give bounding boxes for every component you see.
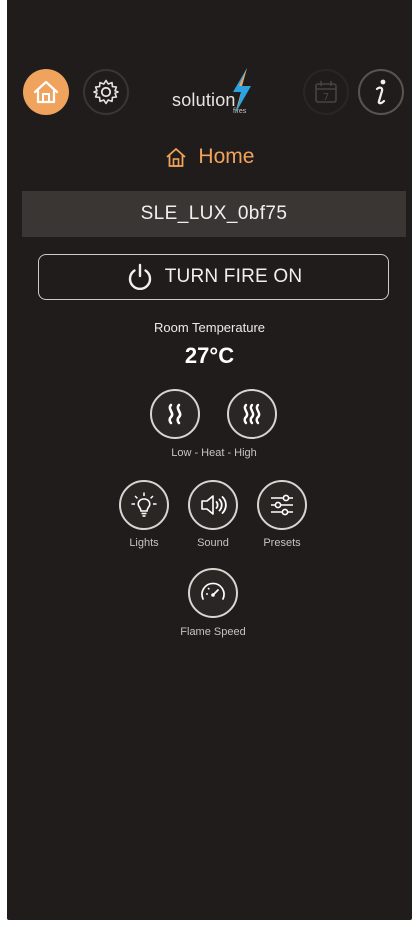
turn-fire-on-button[interactable]: TURN FIRE ON <box>38 254 389 300</box>
device-name-bar[interactable]: SLE_LUX_0bf75 <box>22 191 406 237</box>
speaker-icon <box>201 495 227 515</box>
sound-button[interactable] <box>188 480 238 530</box>
settings-button[interactable] <box>83 69 129 115</box>
power-icon <box>128 263 151 291</box>
heat-caption: Low - Heat - High <box>171 447 257 459</box>
flame-speed-label: Flame Speed <box>180 626 246 638</box>
calendar-icon: 7 <box>315 81 337 103</box>
home-nav-button[interactable] <box>23 69 69 115</box>
info-icon <box>375 79 386 105</box>
sliders-icon <box>271 494 293 516</box>
sound-label: Sound <box>197 537 229 549</box>
schedule-button[interactable]: 7 <box>303 69 349 115</box>
app-screen: solution fires 7 Home SLE_LUX_0bf75 TURN… <box>7 0 412 920</box>
home-icon <box>33 80 59 104</box>
page-title: Home <box>7 145 412 169</box>
page-title-label: Home <box>198 145 255 169</box>
lights-button[interactable] <box>119 480 169 530</box>
gear-icon <box>93 79 119 105</box>
room-temperature-value: 27°C <box>184 343 235 368</box>
solution-fires-logo: solution fires <box>167 66 267 120</box>
heat-low-button[interactable] <box>150 389 200 439</box>
lightning-bolt-icon <box>233 68 251 114</box>
lights-label: Lights <box>129 537 159 549</box>
speedometer-icon <box>201 582 225 600</box>
calendar-day: 7 <box>323 92 329 103</box>
turn-fire-on-label: TURN FIRE ON <box>164 266 303 287</box>
heat-low-icon <box>168 403 182 425</box>
light-bulb-icon <box>131 492 157 517</box>
presets-button[interactable] <box>257 480 307 530</box>
presets-label: Presets <box>263 537 301 549</box>
device-name: SLE_LUX_0bf75 <box>140 203 288 224</box>
heat-high-button[interactable] <box>227 389 277 439</box>
top-toolbar: solution fires 7 <box>7 66 412 120</box>
flame-speed-button[interactable] <box>188 568 238 618</box>
home-icon <box>165 148 186 168</box>
heat-high-icon <box>243 403 261 425</box>
info-button[interactable] <box>358 69 404 115</box>
room-temperature-label: Room Temperature <box>153 320 266 335</box>
